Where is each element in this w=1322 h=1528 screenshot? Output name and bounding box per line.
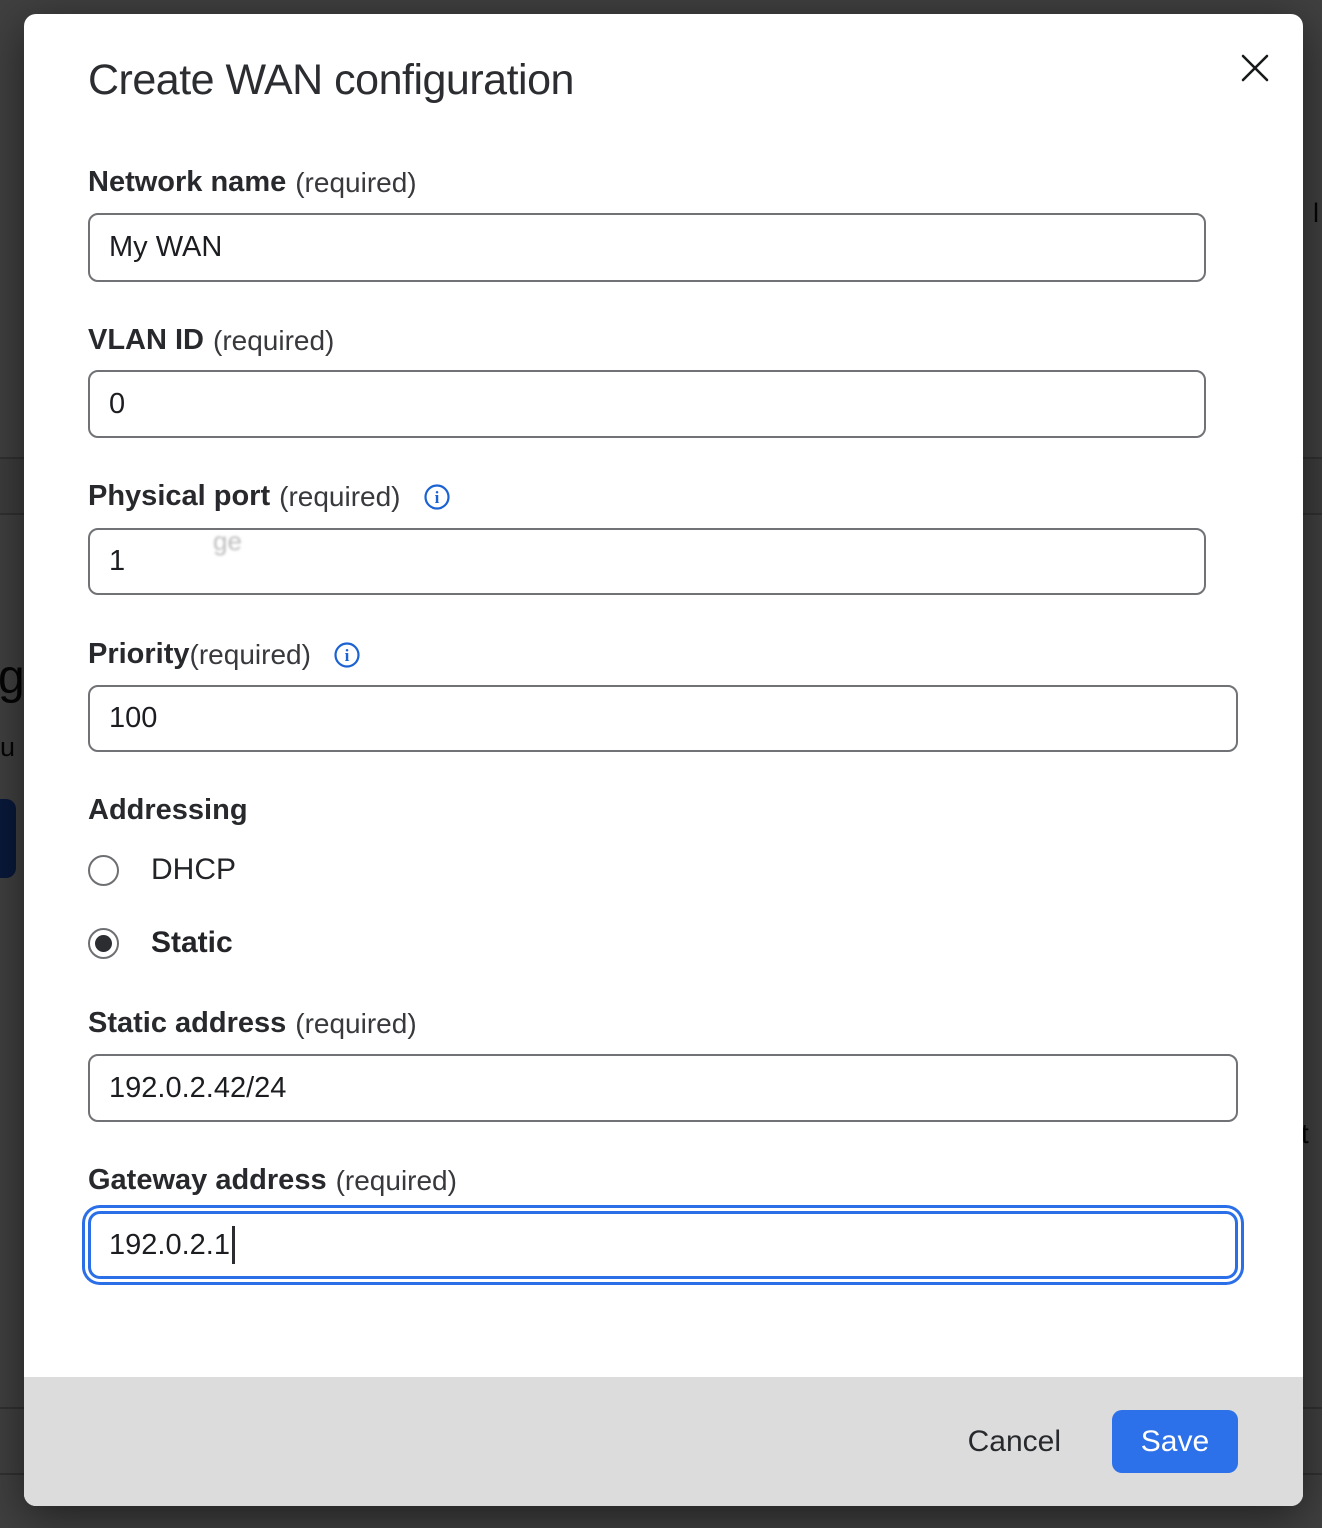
radio-unselected-icon: [88, 855, 119, 886]
cancel-button[interactable]: Cancel: [964, 1415, 1065, 1469]
gateway-address-value: 192.0.2.1: [109, 1229, 230, 1262]
gateway-address-input[interactable]: 192.0.2.1: [88, 1211, 1238, 1279]
required-hint: (required): [213, 325, 334, 357]
close-button[interactable]: [1229, 42, 1281, 94]
close-icon: [1236, 49, 1274, 87]
dialog-title: Create WAN configuration: [88, 56, 574, 105]
static-address-label: Static address (required): [88, 1007, 417, 1040]
required-hint: (required): [295, 167, 416, 199]
screen: g u : l t Create WAN configuration Netwo…: [0, 0, 1322, 1528]
create-wan-configuration-dialog: Create WAN configuration Network name (r…: [24, 14, 1303, 1506]
vlan-id-input[interactable]: [88, 370, 1206, 438]
label-text: Static address: [88, 1007, 286, 1040]
label-text: Network name: [88, 166, 286, 199]
save-button[interactable]: Save: [1112, 1410, 1238, 1473]
required-hint: (required): [336, 1165, 457, 1197]
addressing-heading: Addressing: [88, 794, 248, 827]
physical-port-label: Physical port (required) i: [88, 480, 451, 513]
network-name-input[interactable]: [88, 213, 1206, 282]
required-hint: (required): [295, 1008, 416, 1040]
svg-text:i: i: [434, 488, 439, 507]
label-text: Gateway address: [88, 1164, 327, 1197]
physical-port-input[interactable]: [88, 528, 1206, 595]
physical-port-info-icon[interactable]: i: [423, 483, 451, 511]
gateway-address-label: Gateway address (required): [88, 1164, 457, 1197]
network-name-label: Network name (required): [88, 166, 417, 199]
dialog-footer: Cancel Save: [24, 1377, 1303, 1506]
addressing-option-dhcp[interactable]: DHCP: [88, 853, 236, 887]
vlan-id-label: VLAN ID (required): [88, 324, 334, 357]
label-text: VLAN ID: [88, 324, 204, 357]
addressing-option-static[interactable]: Static: [88, 926, 233, 960]
radio-label: Static: [151, 926, 233, 960]
priority-label: Priority (required) i: [88, 638, 361, 671]
label-text: Physical port: [88, 480, 270, 513]
static-address-input[interactable]: [88, 1054, 1238, 1122]
priority-input[interactable]: [88, 685, 1238, 752]
svg-text:i: i: [345, 646, 350, 665]
required-hint: (required): [190, 639, 311, 671]
text-cursor: [232, 1226, 235, 1264]
radio-selected-icon: [88, 928, 119, 959]
radio-label: DHCP: [151, 853, 236, 887]
render-artifact: ge: [213, 526, 242, 557]
required-hint: (required): [279, 481, 400, 513]
priority-info-icon[interactable]: i: [333, 641, 361, 669]
label-text: Priority: [88, 638, 190, 671]
